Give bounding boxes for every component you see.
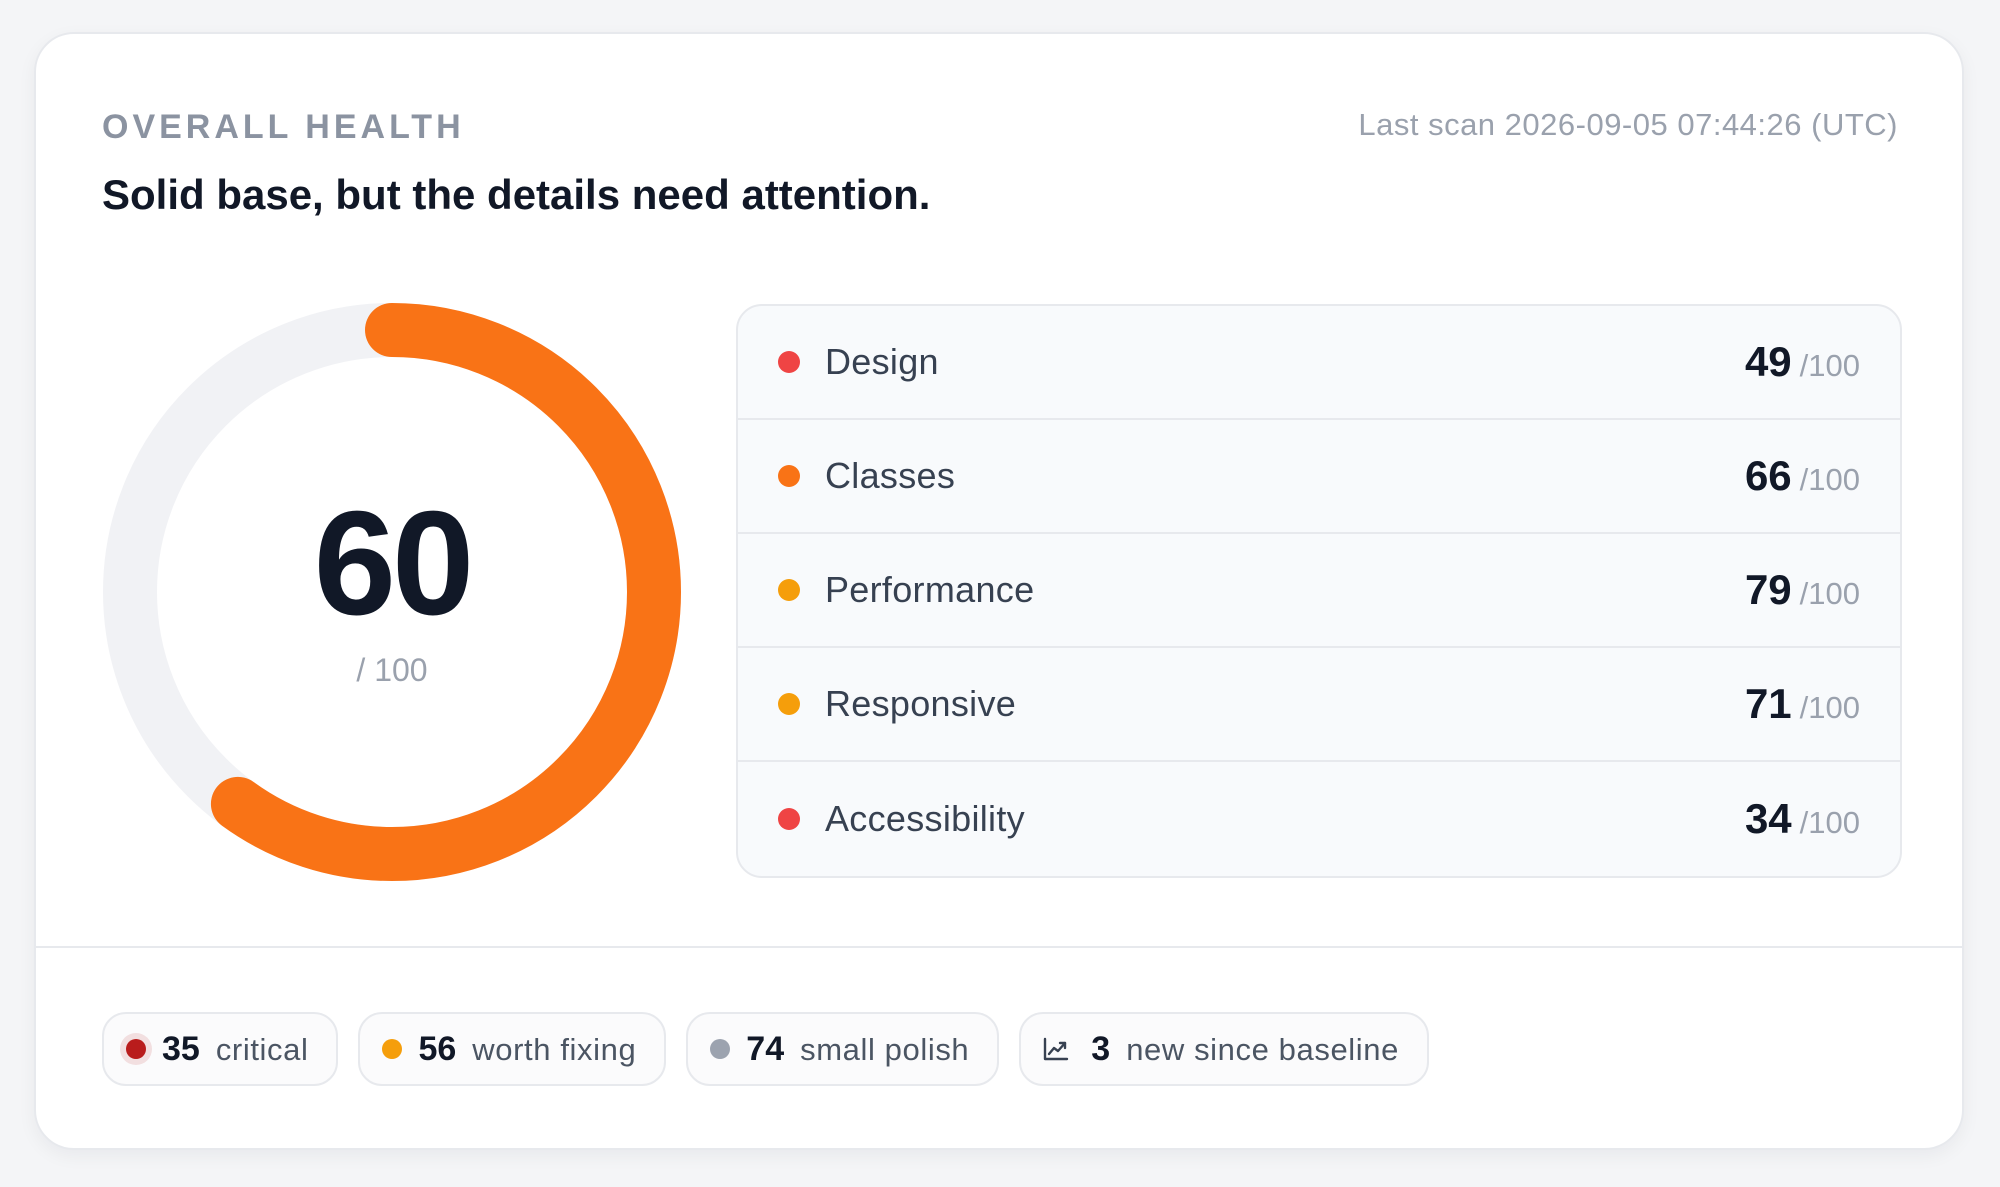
critical-label: critical: [215, 1031, 309, 1067]
overall-score-max: / 100: [356, 652, 428, 688]
new-since-baseline-pill[interactable]: 3 new since baseline: [1019, 1012, 1429, 1086]
category-row-accessibility: Accessibility 34/100: [738, 762, 1900, 876]
category-status-dot: [778, 808, 800, 830]
category-score: 66/100: [1745, 455, 1860, 497]
category-status-dot: [778, 693, 800, 715]
category-score-max: /100: [1799, 462, 1860, 497]
category-row-performance: Performance 79/100: [738, 534, 1900, 648]
critical-issues-pill[interactable]: 35 critical: [102, 1012, 339, 1086]
category-row-design: Design 49/100: [738, 306, 1900, 420]
category-score: 79/100: [1745, 569, 1860, 611]
category-score-max: /100: [1799, 576, 1860, 611]
worth-fixing-count: 56: [418, 1030, 457, 1068]
category-name: Classes: [825, 455, 956, 496]
issue-summary-pills: 35 critical 56 worth fixing 74 small pol…: [102, 1012, 1429, 1086]
category-score: 34/100: [1745, 798, 1860, 840]
critical-count: 35: [162, 1030, 200, 1068]
section-eyebrow: OVERALL HEALTH: [102, 108, 465, 146]
new-since-baseline-count: 3: [1091, 1030, 1111, 1068]
category-name: Accessibility: [825, 798, 1025, 839]
overall-score-value: 60: [313, 481, 475, 646]
small-polish-label: small polish: [800, 1031, 970, 1067]
category-row-responsive: Responsive 71/100: [738, 648, 1900, 762]
critical-dot: [126, 1039, 146, 1059]
category-score-value: 79: [1744, 566, 1792, 613]
overall-score-gauge: 60 / 100: [102, 302, 682, 882]
category-scores-panel: Design 49/100 Classes 66/100 Performance…: [736, 304, 1902, 878]
category-score-max: /100: [1799, 690, 1860, 725]
worth-fixing-label: worth fixing: [472, 1031, 637, 1067]
category-score-max: /100: [1799, 805, 1860, 840]
category-score-value: 49: [1744, 338, 1792, 385]
category-score-value: 34: [1744, 795, 1792, 842]
small-polish-pill[interactable]: 74 small polish: [686, 1012, 1000, 1086]
last-scan-timestamp: Last scan 2026-09-05 07:44:26 (UTC): [1358, 107, 1898, 142]
card-divider: [36, 946, 1962, 948]
category-name: Responsive: [825, 683, 1017, 724]
category-name: Design: [825, 341, 939, 382]
category-score-value: 66: [1744, 452, 1792, 499]
category-status-dot: [778, 579, 800, 601]
worth-fixing-pill[interactable]: 56 worth fixing: [358, 1012, 667, 1086]
worth-fixing-dot: [382, 1039, 403, 1059]
small-polish-dot: [710, 1039, 731, 1059]
category-status-dot: [778, 351, 800, 373]
overall-health-card: OVERALL HEALTH Solid base, but the detai…: [34, 32, 1964, 1150]
category-score: 49/100: [1745, 341, 1860, 383]
trend-chart-icon: [1043, 1037, 1069, 1061]
new-since-baseline-label: new since baseline: [1126, 1031, 1399, 1067]
category-score-value: 71: [1744, 680, 1792, 727]
category-name: Performance: [825, 569, 1035, 610]
small-polish-count: 74: [746, 1030, 785, 1068]
category-status-dot: [778, 465, 800, 487]
category-score-max: /100: [1799, 348, 1860, 383]
category-row-classes: Classes 66/100: [738, 420, 1900, 534]
health-headline: Solid base, but the details need attenti…: [102, 171, 931, 218]
category-score: 71/100: [1745, 683, 1860, 725]
